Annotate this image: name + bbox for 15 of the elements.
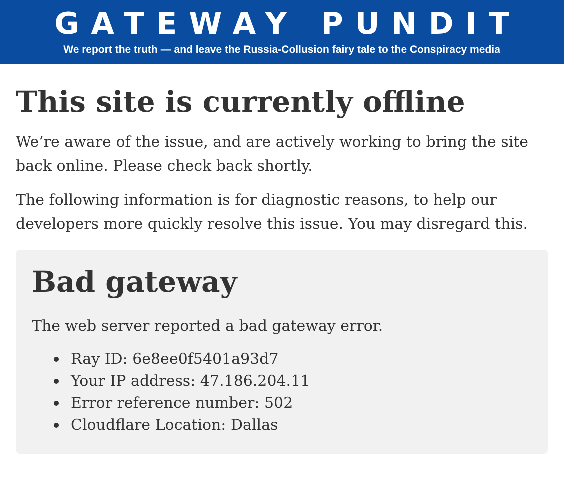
detail-item: Cloudflare Location: Dallas — [71, 415, 278, 436]
paragraph: We’re aware of the issue, and are actively working to bring the site back online. Please check back shortly. — [16, 132, 530, 177]
paragraph: The following information is for diagnostic reasons, to help our developers more quickly resolve this issue. You may disregard this. — [16, 190, 529, 235]
tagline: We report the truth — and leave the Russia-Collusion fairy tale to the Conspiracy media — [64, 44, 500, 56]
detail-item: Error reference number: 502 — [71, 393, 294, 414]
error-message: The web server reported a bad gateway error. — [32, 316, 384, 337]
bullet-icon — [54, 356, 59, 362]
site-logo: GATEWAY PUNDIT — [54, 8, 522, 40]
error-title: Bad gateway — [32, 264, 239, 301]
detail-item: Ray ID: 6e8ee0f5401a93d7 — [71, 349, 279, 370]
bullet-icon — [54, 400, 59, 406]
bullet-icon — [54, 422, 59, 428]
detail-item: Your IP address: 47.186.204.11 — [71, 371, 310, 392]
bullet-icon — [54, 378, 59, 384]
page-heading: This site is currently offline — [16, 84, 466, 121]
